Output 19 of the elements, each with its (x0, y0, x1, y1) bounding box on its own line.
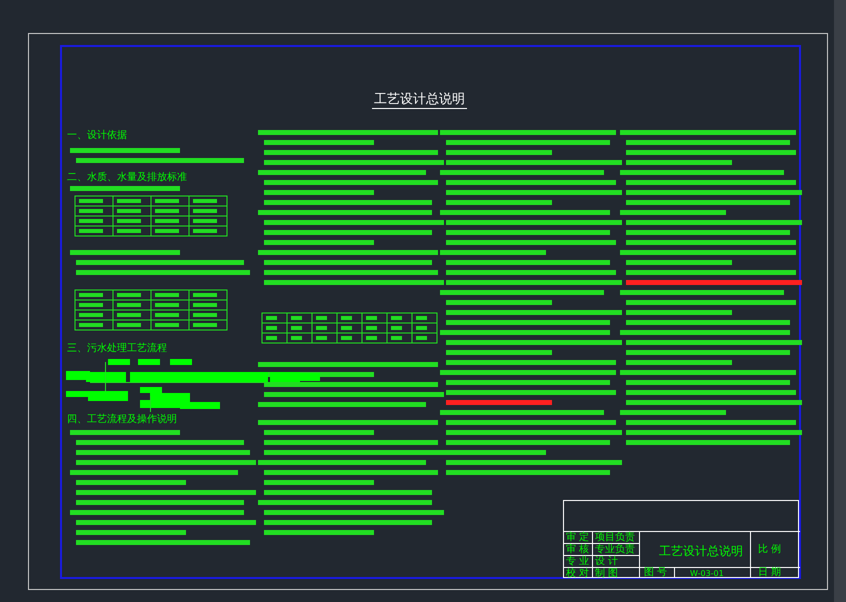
section-heading: 一、设计依据 (67, 130, 127, 142)
section-heading: 三、污水处理工艺流程 (67, 343, 167, 355)
scrollbar[interactable] (834, 0, 846, 602)
row-label: 专业负责 (595, 544, 635, 555)
section-heading: 四、工艺流程及操作说明 (67, 414, 177, 426)
row-label: 项目负责 (595, 532, 635, 543)
row-label: 专 业 (566, 556, 590, 567)
row-label: 设 计 (595, 556, 618, 567)
section-heading: 二、水质、水量及排放标准 (67, 172, 187, 184)
field-label: 日 期 (758, 568, 782, 578)
row-label: 校 对 (566, 568, 590, 579)
field-label: 图 号 (644, 568, 668, 578)
drawing-title: 工艺设计总说明 (659, 544, 743, 558)
row-label: 审 定 (566, 532, 590, 543)
drawing-number: W-03-01 (690, 569, 724, 578)
row-label: 制 图 (595, 568, 618, 579)
drawing-title: 工艺设计总说明 (372, 92, 467, 109)
field-label: 比 例 (758, 545, 782, 555)
row-label: 审 核 (566, 544, 590, 555)
